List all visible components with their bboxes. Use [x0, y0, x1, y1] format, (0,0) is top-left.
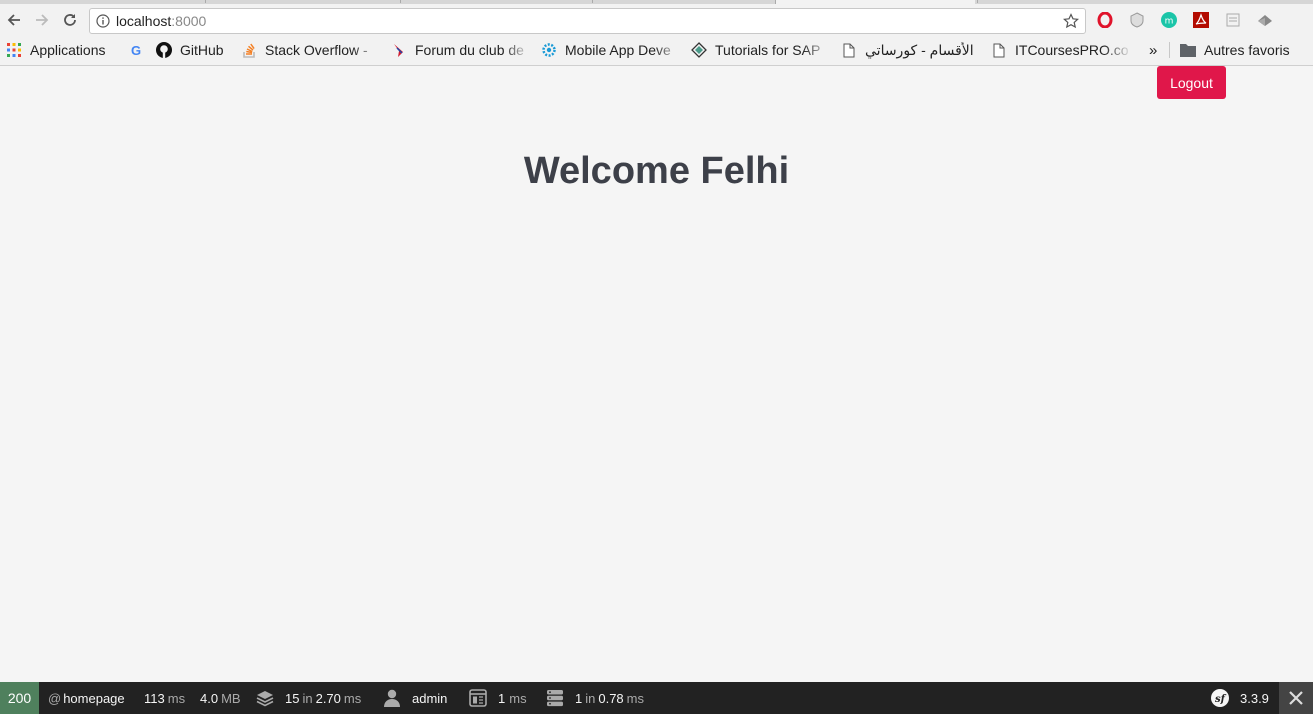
more-bookmarks-button[interactable]: »	[1149, 41, 1163, 59]
bookmark-label: Autres favoris	[1204, 42, 1290, 58]
tab[interactable]	[205, 0, 206, 3]
user-icon	[383, 689, 401, 707]
symfony-debug-toolbar: 200 @ homepage 113 ms 4.0 MB 15 in 2.70 …	[0, 682, 1313, 714]
status-code-badge[interactable]: 200	[0, 682, 39, 714]
svg-text:sf: sf	[1215, 694, 1227, 705]
page-extension-icon[interactable]	[1224, 11, 1242, 29]
route-prefix: @	[48, 690, 62, 706]
bookmark-forum[interactable]: Forum du club de	[391, 41, 531, 59]
close-toolbar-button[interactable]	[1279, 682, 1313, 714]
db-in: in	[585, 690, 596, 706]
time-panel[interactable]: 113 ms	[144, 682, 185, 714]
layers-icon	[256, 689, 274, 707]
opera-extension-icon[interactable]	[1096, 11, 1114, 29]
bookmark-label: ITCoursesPRO.co	[1015, 42, 1129, 58]
svg-text:G: G	[131, 43, 141, 57]
tab[interactable]	[977, 0, 978, 3]
shield-extension-icon[interactable]	[1128, 11, 1146, 29]
reload-button[interactable]	[58, 8, 82, 32]
info-icon[interactable]	[96, 14, 110, 28]
forms-panel[interactable]: 15 in 2.70 ms	[256, 682, 361, 714]
logout-button[interactable]: Logout	[1157, 66, 1226, 99]
tab-active[interactable]	[775, 0, 975, 4]
diamond-icon	[691, 42, 707, 58]
symfony-version-panel[interactable]: sf 3.3.9	[1211, 682, 1269, 714]
back-arrow-icon	[7, 14, 20, 26]
bookmark-koursaty[interactable]: الأقسام - كورساتي	[841, 41, 986, 59]
tab-strip[interactable]	[0, 0, 1313, 4]
bookmark-google[interactable]: G	[128, 41, 148, 59]
bookmark-label: Tutorials for SAP	[715, 42, 821, 58]
forward-arrow-icon	[36, 14, 49, 26]
symfony-version: 3.3.9	[1240, 690, 1269, 706]
svg-text:m: m	[1165, 17, 1174, 27]
bookmark-star-icon[interactable]	[1063, 13, 1079, 29]
database-panel[interactable]: 1 in 0.78 ms	[546, 682, 644, 714]
browser-toolbar: localhost:8000 m	[0, 5, 1313, 37]
route-panel[interactable]: @ homepage	[48, 682, 125, 714]
bookmark-label: Applications	[30, 42, 106, 58]
address-bar[interactable]: localhost:8000	[89, 8, 1086, 34]
db-count: 1	[575, 690, 583, 706]
url-text[interactable]: localhost:8000	[116, 13, 206, 29]
m-extension-icon[interactable]: m	[1160, 11, 1178, 29]
database-icon	[546, 689, 564, 707]
bookmarks-separator	[1169, 42, 1170, 58]
url-port: :8000	[171, 13, 207, 29]
stackoverflow-icon	[241, 42, 257, 58]
google-icon: G	[128, 42, 144, 58]
bookmark-mobile-app[interactable]: Mobile App Deve	[541, 41, 682, 59]
pdf-extension-icon[interactable]	[1192, 11, 1210, 29]
welcome-heading: Welcome Felhi	[523, 150, 790, 192]
back-button[interactable]	[2, 8, 26, 32]
security-panel[interactable]: admin	[383, 682, 447, 714]
folder-icon	[1180, 42, 1196, 58]
forms-count: 15	[285, 690, 300, 706]
tab[interactable]	[400, 0, 401, 3]
close-icon	[1289, 691, 1303, 705]
time-value: 113	[144, 690, 165, 706]
bookmark-label: Forum du club de	[415, 42, 524, 58]
url-host: localhost	[116, 13, 172, 29]
twig-unit: ms	[509, 690, 527, 706]
forum-icon	[391, 42, 407, 58]
memory-unit: MB	[221, 690, 241, 706]
bookmarks-bar: Applications G GitHub Stack Overflow - F…	[0, 38, 1313, 62]
memory-value: 4.0	[200, 690, 219, 706]
reload-icon	[64, 14, 76, 26]
time-unit: ms	[167, 690, 186, 706]
memory-panel[interactable]: 4.0 MB	[200, 682, 241, 714]
page-icon	[841, 42, 857, 58]
symfony-logo-icon: sf	[1211, 689, 1229, 707]
forward-button[interactable]	[30, 8, 54, 32]
bookmark-github[interactable]: GitHub	[156, 41, 236, 59]
bookmark-label: GitHub	[180, 42, 224, 58]
other-bookmarks-folder[interactable]: Autres favoris	[1180, 41, 1312, 59]
user-name: admin	[412, 690, 448, 706]
browser-chrome: localhost:8000 m Applications G GitHub S…	[0, 0, 1313, 66]
twig-value: 1	[498, 690, 506, 706]
bookmark-label: الأقسام - كورساتي	[865, 41, 974, 58]
page-icon	[991, 42, 1007, 58]
gear-icon	[541, 42, 557, 58]
bookmark-tutorials-sap[interactable]: Tutorials for SAP	[691, 41, 831, 59]
bookmark-itcoursespro[interactable]: ITCoursesPRO.co	[991, 41, 1132, 59]
bookmark-label: Stack Overflow -	[265, 42, 368, 58]
github-icon	[156, 42, 172, 58]
forms-in: in	[302, 690, 313, 706]
tab[interactable]	[592, 0, 593, 3]
bookmark-stackoverflow[interactable]: Stack Overflow -	[241, 41, 381, 59]
bookmark-label: Mobile App Deve	[565, 42, 671, 58]
twig-panel[interactable]: 1 ms	[469, 682, 527, 714]
forms-unit: ms	[343, 690, 362, 706]
apps-grid-icon	[6, 42, 22, 58]
forms-time: 2.70	[315, 690, 341, 706]
db-time: 0.78	[598, 690, 624, 706]
route-name: homepage	[63, 690, 125, 706]
template-icon	[469, 689, 487, 707]
db-unit: ms	[626, 690, 645, 706]
cloud-extension-icon[interactable]	[1256, 11, 1274, 29]
bookmark-applications[interactable]: Applications	[6, 41, 121, 59]
